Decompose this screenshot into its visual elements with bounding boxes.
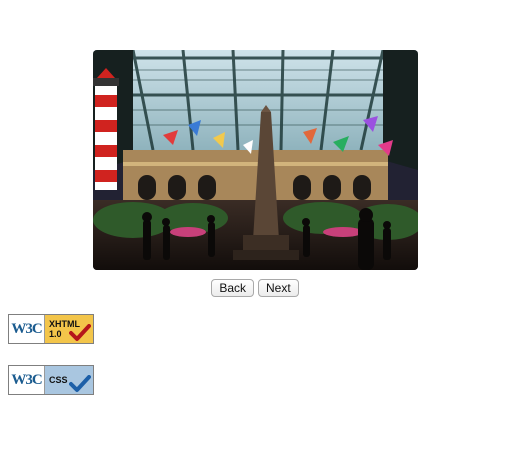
gallery-photo — [93, 50, 418, 270]
back-button[interactable]: Back — [211, 279, 254, 297]
checkmark-icon — [69, 324, 91, 341]
w3c-logo: W3C — [9, 366, 45, 394]
w3c-logo: W3C — [9, 315, 45, 343]
valid-css-badge[interactable]: W3C CSS — [8, 365, 94, 395]
checkmark-icon — [69, 375, 91, 392]
gallery-nav: Back Next — [0, 279, 510, 299]
next-button[interactable]: Next — [258, 279, 299, 297]
valid-xhtml-badge[interactable]: W3C XHTML 1.0 — [8, 314, 94, 344]
